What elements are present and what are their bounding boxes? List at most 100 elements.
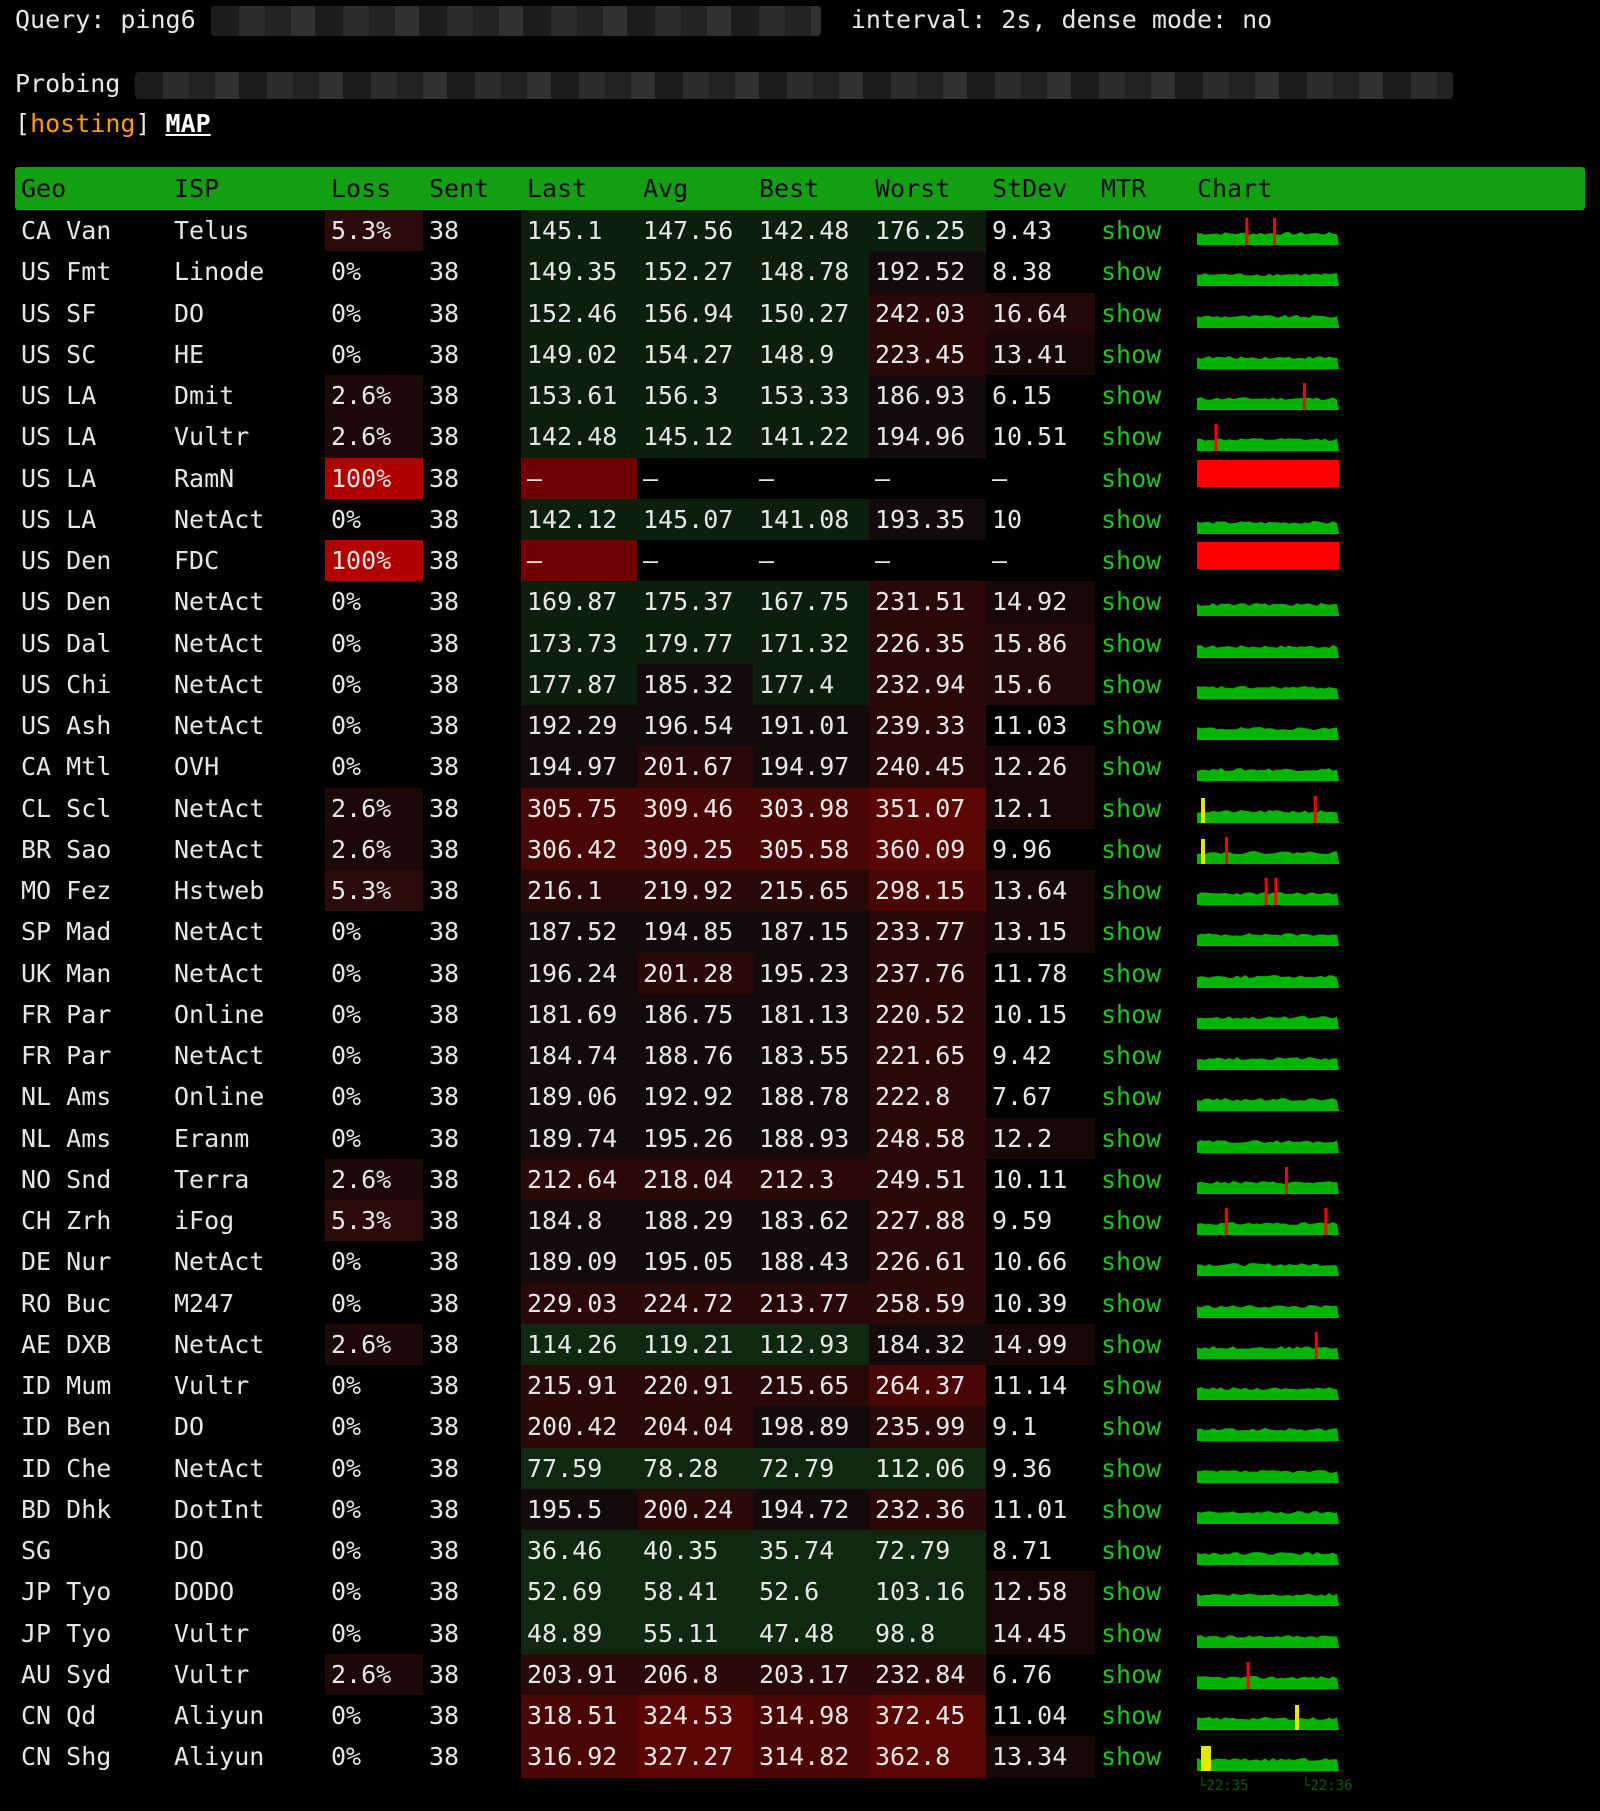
mtr-show-link[interactable]: show bbox=[1095, 1571, 1161, 1612]
mtr-show-link[interactable]: show bbox=[1095, 1118, 1161, 1159]
column-header-geo[interactable]: Geo bbox=[15, 167, 66, 210]
mtr-show-link[interactable]: show bbox=[1095, 1613, 1161, 1654]
latency-sparkline bbox=[1197, 1208, 1339, 1235]
cell-best: 181.13 bbox=[753, 993, 869, 1035]
mtr-show-link[interactable]: show bbox=[1095, 251, 1161, 292]
cell-worst: 192.52 bbox=[869, 251, 986, 293]
cell-geo: CA Mtl bbox=[21, 752, 112, 782]
cell-sent: 38 bbox=[429, 793, 460, 823]
column-header-mtr[interactable]: MTR bbox=[1095, 167, 1146, 210]
mtr-show-link[interactable]: show bbox=[1095, 1736, 1161, 1777]
cell-worst: 232.36 bbox=[869, 1488, 986, 1530]
cell-loss: 0% bbox=[331, 504, 362, 534]
cell-sent: 38 bbox=[429, 257, 460, 287]
cell-best: – bbox=[759, 463, 775, 493]
column-header-chart[interactable]: Chart bbox=[1191, 167, 1272, 210]
cell-stdev: 13.15 bbox=[986, 911, 1095, 953]
cell-stdev: 12.2 bbox=[986, 1117, 1095, 1159]
cell-best: 142.48 bbox=[753, 210, 869, 252]
cell-geo: FR Par bbox=[21, 1041, 112, 1070]
column-header-loss[interactable]: Loss bbox=[325, 167, 391, 210]
mtr-show-link[interactable]: show bbox=[1095, 911, 1161, 952]
column-header-best[interactable]: Best bbox=[753, 167, 819, 210]
mtr-show-link[interactable]: show bbox=[1095, 623, 1161, 664]
mtr-show-link[interactable]: show bbox=[1095, 1654, 1161, 1695]
mtr-show-link[interactable]: show bbox=[1095, 458, 1161, 499]
mtr-show-link[interactable]: show bbox=[1095, 1159, 1161, 1200]
cell-stdev: 9.43 bbox=[992, 216, 1053, 245]
latency-sparkline bbox=[1197, 218, 1339, 245]
column-header-isp[interactable]: ISP bbox=[168, 167, 219, 210]
mtr-show-link[interactable]: show bbox=[1095, 581, 1161, 622]
table-header: Geo ISP Loss Sent Last Avg Best Worst StDev MTR Ch… bbox=[15, 167, 1585, 210]
cell-avg: 200.24 bbox=[637, 1488, 753, 1530]
mtr-show-link[interactable]: show bbox=[1095, 1489, 1161, 1530]
latency-sparkline bbox=[1197, 1304, 1339, 1318]
mtr-show-link[interactable]: show bbox=[1095, 1283, 1161, 1324]
mtr-show-link[interactable]: show bbox=[1095, 540, 1161, 581]
column-header-last[interactable]: Last bbox=[521, 167, 587, 210]
cell-geo: US Fmt bbox=[21, 257, 112, 287]
mtr-show-link[interactable]: show bbox=[1095, 1241, 1161, 1282]
cell-last: 189.09 bbox=[521, 1241, 637, 1283]
mtr-show-link[interactable]: show bbox=[1095, 1324, 1161, 1365]
mtr-show-link[interactable]: show bbox=[1095, 1695, 1161, 1736]
cell-loss: 0% bbox=[331, 1494, 362, 1524]
mtr-show-link[interactable]: show bbox=[1095, 829, 1161, 870]
mtr-show-link[interactable]: show bbox=[1095, 1200, 1161, 1241]
table-row: US LA RamN 100% 38– – – – – show bbox=[15, 457, 1585, 499]
loss-spike bbox=[1273, 218, 1276, 245]
mtr-show-link[interactable]: show bbox=[1095, 334, 1161, 375]
mtr-show-link[interactable]: show bbox=[1095, 499, 1161, 540]
cell-sent: 38 bbox=[429, 876, 460, 905]
column-header-worst[interactable]: Worst bbox=[869, 167, 950, 210]
mtr-show-link[interactable]: show bbox=[1095, 375, 1161, 416]
mtr-show-link[interactable]: show bbox=[1095, 293, 1161, 334]
cell-isp: Eranm bbox=[174, 1123, 250, 1153]
table-row: US Ash NetAct 0% 38 192.29 196.54 191.01 239.33… bbox=[15, 705, 1585, 747]
cell-stdev: 12.58 bbox=[986, 1571, 1095, 1613]
table-row: SG DO 0% 38 36.46 40.35 35.74 72.79 8.71 show bbox=[15, 1530, 1585, 1572]
mtr-show-link[interactable]: show bbox=[1095, 746, 1161, 787]
cell-worst: 240.45 bbox=[869, 746, 986, 788]
mtr-show-link[interactable]: show bbox=[1095, 210, 1161, 251]
cell-last: 152.46 bbox=[521, 292, 637, 334]
latency-area bbox=[1197, 438, 1339, 452]
mtr-show-link[interactable]: show bbox=[1095, 1406, 1161, 1447]
mtr-show-link[interactable]: show bbox=[1095, 870, 1161, 911]
cell-best: 187.15 bbox=[753, 911, 869, 953]
column-header-stdev[interactable]: StDev bbox=[986, 167, 1067, 210]
mtr-show-link[interactable]: show bbox=[1095, 1035, 1161, 1076]
map-link[interactable]: MAP bbox=[166, 109, 211, 138]
cell-stdev: 14.92 bbox=[986, 581, 1095, 623]
latency-sparkline bbox=[1197, 1098, 1339, 1112]
cell-last: 189.06 bbox=[521, 1076, 637, 1118]
mtr-show-link[interactable]: show bbox=[1095, 1365, 1161, 1406]
table-row: FR Par NetAct 0% 38 184.74 188.76 183.55 221.65… bbox=[15, 1035, 1585, 1077]
cell-best: 215.65 bbox=[753, 870, 869, 912]
mtr-show-link[interactable]: show bbox=[1095, 994, 1161, 1035]
cell-best: 171.32 bbox=[753, 622, 869, 664]
cell-stdev: 13.64 bbox=[986, 870, 1095, 912]
mtr-show-link[interactable]: show bbox=[1095, 1448, 1161, 1489]
mtr-show-link[interactable]: show bbox=[1095, 953, 1161, 994]
cell-worst: 231.51 bbox=[869, 581, 986, 623]
mtr-show-link[interactable]: show bbox=[1095, 1530, 1161, 1571]
cell-sent: 38 bbox=[429, 1742, 460, 1772]
cell-worst: 362.8 bbox=[869, 1736, 986, 1778]
table-row: DE Nur NetAct 0% 38 189.09 195.05 188.43 226.61… bbox=[15, 1241, 1585, 1283]
cell-geo: SP Mad bbox=[21, 917, 112, 947]
column-header-sent[interactable]: Sent bbox=[423, 167, 489, 210]
column-header-avg[interactable]: Avg bbox=[637, 167, 688, 210]
mtr-show-link[interactable]: show bbox=[1095, 705, 1161, 746]
mtr-show-link[interactable]: show bbox=[1095, 1076, 1161, 1117]
cell-stdev: 15.6 bbox=[986, 663, 1095, 705]
latency-area bbox=[1197, 1510, 1339, 1524]
mtr-show-link[interactable]: show bbox=[1095, 416, 1161, 457]
mtr-show-link[interactable]: show bbox=[1095, 788, 1161, 829]
cell-avg: 201.28 bbox=[637, 952, 753, 994]
cell-isp: NetAct bbox=[174, 793, 265, 823]
cell-best: 112.93 bbox=[753, 1323, 869, 1365]
mtr-show-link[interactable]: show bbox=[1095, 664, 1161, 705]
filter-tag[interactable]: hosting bbox=[30, 109, 135, 138]
